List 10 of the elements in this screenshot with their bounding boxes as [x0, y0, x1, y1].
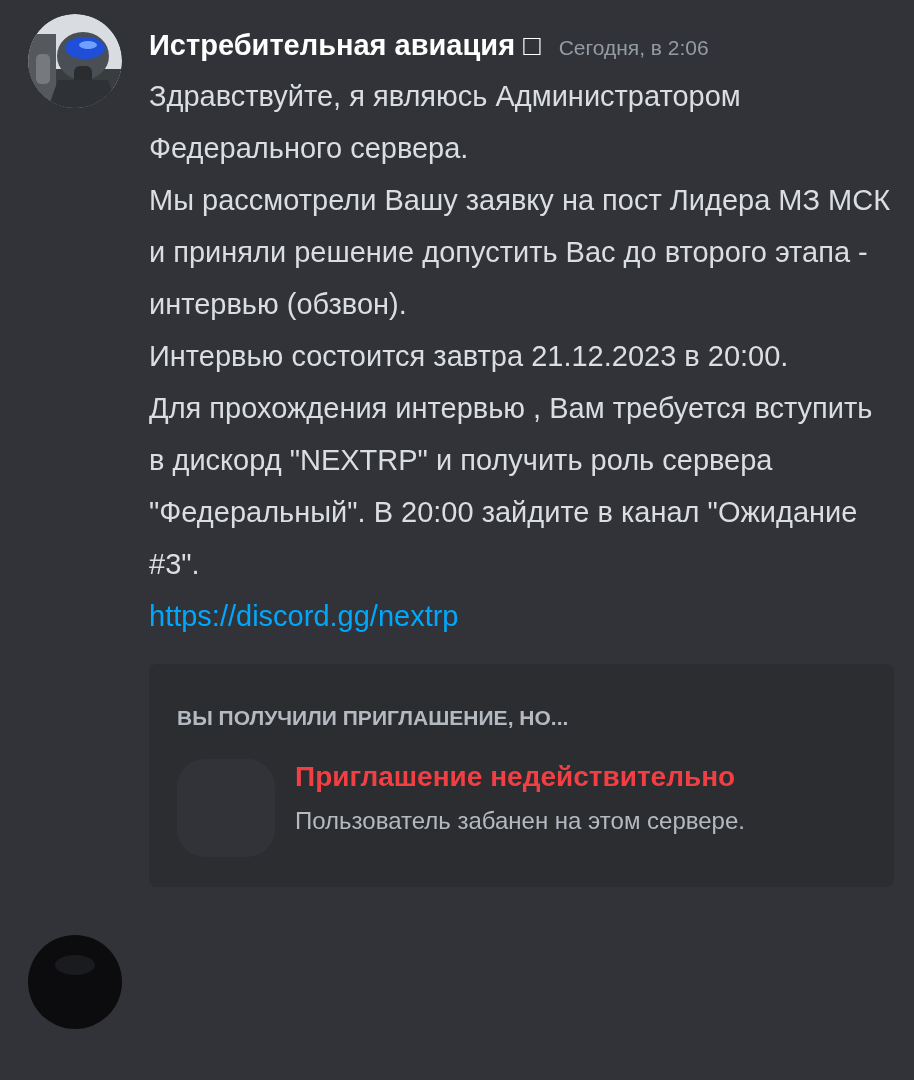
message-text: Мы рассмотрели Вашу заявку на пост Лидера МЗ МСК и приняли решение допустить Вас до второго этапа - интервью (обзвон).	[149, 182, 892, 322]
message-text: Интервью состоится завтра 21.12.2023 в 20:00.	[149, 338, 790, 374]
timestamp: Сегодня, в 2:06	[558, 35, 709, 61]
author-name[interactable]: Истребительная авиация □	[149, 24, 541, 68]
invite-title: Приглашение недействительно	[295, 760, 737, 794]
invite-description: Пользователь забанен на этом сервере.	[295, 806, 745, 836]
message-text: Здравствуйте, я являюсь Администратором Федерального сервера.	[149, 78, 742, 166]
invite-link[interactable]: https://discord.gg/nextrp	[149, 599, 459, 632]
message-text: Для прохождения интервью , Вам требуется вступить в дискорд "NEXTRP" и получить роль сервера "Федеральный". В 20:00 зайдите в канал "Ожидание #3".	[149, 390, 874, 582]
invite-heading: ВЫ ПОЛУЧИЛИ ПРИГЛАШЕНИЕ, НО...	[177, 704, 570, 731]
